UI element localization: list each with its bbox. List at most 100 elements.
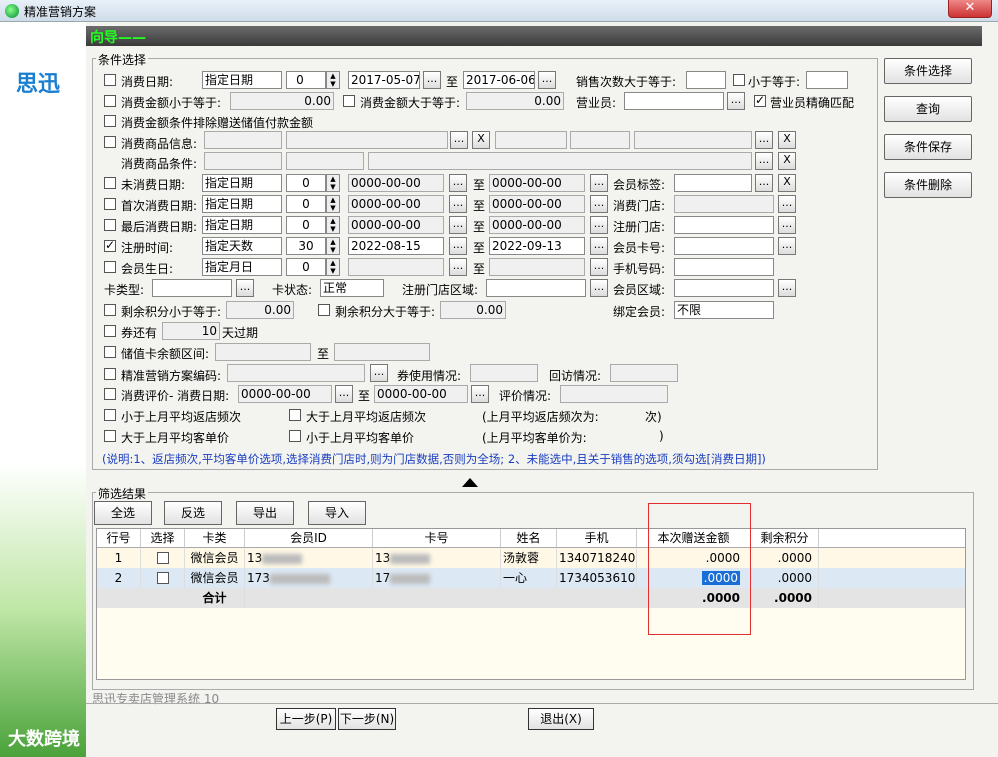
- next-step-button[interactable]: 下一步(N): [338, 708, 396, 730]
- ellipsis-button[interactable]: ...: [423, 71, 441, 89]
- close-button[interactable]: ✕: [948, 0, 992, 18]
- salesman-exact-checkbox[interactable]: [754, 93, 766, 107]
- campaign-code-input[interactable]: [227, 364, 365, 382]
- table-row[interactable]: 2 微信会员 173 17 一心 17340536102 .0000 .0000: [97, 568, 965, 588]
- consume-store-input[interactable]: [674, 195, 774, 213]
- import-button[interactable]: 导入: [308, 501, 366, 525]
- bind-member-select[interactable]: 不限: [674, 301, 774, 319]
- consume-date-checkbox[interactable]: [104, 74, 116, 86]
- birthday-num[interactable]: 0: [286, 258, 326, 276]
- ellipsis-button[interactable]: ...: [590, 279, 608, 297]
- card-status-input[interactable]: 正常: [320, 279, 384, 297]
- ellipsis-button[interactable]: ...: [449, 258, 467, 276]
- reg-time-from[interactable]: 2022-08-15: [348, 237, 444, 255]
- spinner-icon[interactable]: ▲ ▼: [326, 216, 340, 234]
- ellipsis-button[interactable]: ...: [449, 195, 467, 213]
- ellipsis-button[interactable]: ...: [727, 92, 745, 110]
- goods-info-checkbox[interactable]: [104, 136, 116, 148]
- freq-more-checkbox[interactable]: [289, 409, 301, 421]
- goods-info-field-4[interactable]: [570, 131, 630, 149]
- ellipsis-button[interactable]: ...: [778, 279, 796, 297]
- col-header-no[interactable]: 行号: [97, 529, 141, 548]
- goods-info-field-5[interactable]: [634, 131, 752, 149]
- row-checkbox[interactable]: [157, 572, 169, 584]
- ellipsis-button[interactable]: ...: [590, 216, 608, 234]
- ellipsis-button[interactable]: ...: [590, 237, 608, 255]
- exclude-gift-checkbox[interactable]: [104, 115, 116, 127]
- eval-to[interactable]: 0000-00-00: [374, 385, 468, 403]
- ellipsis-button[interactable]: ...: [449, 216, 467, 234]
- not-consume-checkbox[interactable]: [104, 177, 116, 189]
- ellipsis-button[interactable]: ...: [778, 195, 796, 213]
- spinner-icon[interactable]: ▲ ▼: [326, 195, 340, 213]
- goods-info-field-3[interactable]: [495, 131, 567, 149]
- last-consume-from[interactable]: 0000-00-00: [348, 216, 444, 234]
- last-consume-to[interactable]: 0000-00-00: [489, 216, 585, 234]
- spinner-icon[interactable]: ▲ ▼: [326, 174, 340, 192]
- consume-date-to[interactable]: 2017-06-06: [463, 71, 535, 89]
- not-consume-num[interactable]: 0: [286, 174, 326, 192]
- prev-step-button[interactable]: 上一步(P): [276, 708, 336, 730]
- condition-delete-button[interactable]: 条件删除: [884, 172, 972, 198]
- goods-cond-field-2[interactable]: [286, 152, 364, 170]
- coupon-days-input[interactable]: 10: [162, 322, 220, 340]
- ellipsis-button[interactable]: ...: [590, 195, 608, 213]
- first-consume-checkbox[interactable]: [104, 198, 116, 210]
- condition-select-button[interactable]: 条件选择: [884, 58, 972, 84]
- coupon-checkbox[interactable]: [104, 325, 116, 337]
- col-header-points[interactable]: 剩余积分: [751, 529, 819, 548]
- reg-time-to[interactable]: 2022-09-13: [489, 237, 585, 255]
- col-header-name[interactable]: 姓名: [501, 529, 557, 548]
- card-no-input[interactable]: [674, 237, 774, 255]
- reg-time-num[interactable]: 30: [286, 237, 326, 255]
- goods-cond-field-3[interactable]: [368, 152, 752, 170]
- consume-date-mode[interactable]: 指定日期: [202, 71, 282, 89]
- reg-time-mode[interactable]: 指定天数: [202, 237, 282, 255]
- row-select[interactable]: [141, 568, 185, 588]
- not-consume-to[interactable]: 0000-00-00: [489, 174, 585, 192]
- eval-from[interactable]: 0000-00-00: [238, 385, 332, 403]
- points-gt-checkbox[interactable]: [318, 304, 330, 316]
- price-more-checkbox[interactable]: [104, 430, 116, 442]
- first-consume-from[interactable]: 0000-00-00: [348, 195, 444, 213]
- coupon-use-input[interactable]: [470, 364, 538, 382]
- row-checkbox[interactable]: [157, 552, 169, 564]
- clear-x-button[interactable]: X: [778, 174, 796, 192]
- collapse-arrow-icon[interactable]: [462, 478, 478, 487]
- points-gt-input[interactable]: 0.00: [440, 301, 506, 319]
- freq-less-checkbox[interactable]: [104, 409, 116, 421]
- last-consume-mode[interactable]: 指定日期: [202, 216, 282, 234]
- phone-input[interactable]: [674, 258, 774, 276]
- card-type-input[interactable]: [152, 279, 232, 297]
- member-area-input[interactable]: [674, 279, 774, 297]
- points-lt-input[interactable]: 0.00: [226, 301, 294, 319]
- ellipsis-button[interactable]: ...: [450, 131, 468, 149]
- col-header-card-type[interactable]: 卡类: [185, 529, 245, 548]
- reg-store-input[interactable]: [674, 216, 774, 234]
- query-button[interactable]: 查询: [884, 96, 972, 122]
- points-lt-checkbox[interactable]: [104, 304, 116, 316]
- member-tag-input[interactable]: [674, 174, 752, 192]
- first-consume-mode[interactable]: 指定日期: [202, 195, 282, 213]
- export-button[interactable]: 导出: [236, 501, 294, 525]
- goods-info-field-2[interactable]: [286, 131, 448, 149]
- exit-button[interactable]: 退出(X): [528, 708, 594, 730]
- clear-x-button[interactable]: X: [778, 152, 796, 170]
- spinner-icon[interactable]: ▲ ▼: [326, 71, 340, 89]
- less-eq-input[interactable]: [806, 71, 848, 89]
- price-less-checkbox[interactable]: [289, 430, 301, 442]
- row-select[interactable]: [141, 548, 185, 568]
- condition-save-button[interactable]: 条件保存: [884, 134, 972, 160]
- stored-balance-to[interactable]: [334, 343, 430, 361]
- ellipsis-button[interactable]: ...: [538, 71, 556, 89]
- spinner-icon[interactable]: ▲ ▼: [326, 258, 340, 276]
- salesman-input[interactable]: [624, 92, 724, 110]
- ellipsis-button[interactable]: ...: [590, 258, 608, 276]
- last-consume-num[interactable]: 0: [286, 216, 326, 234]
- campaign-code-checkbox[interactable]: [104, 368, 116, 380]
- reg-time-checkbox[interactable]: [104, 238, 116, 252]
- col-header-phone[interactable]: 手机: [557, 529, 637, 548]
- ellipsis-button[interactable]: ...: [449, 237, 467, 255]
- table-row[interactable]: 1 微信会员 13 13 汤敦蓉 13407182405 .0000 .0000: [97, 548, 965, 568]
- ellipsis-button[interactable]: ...: [755, 131, 773, 149]
